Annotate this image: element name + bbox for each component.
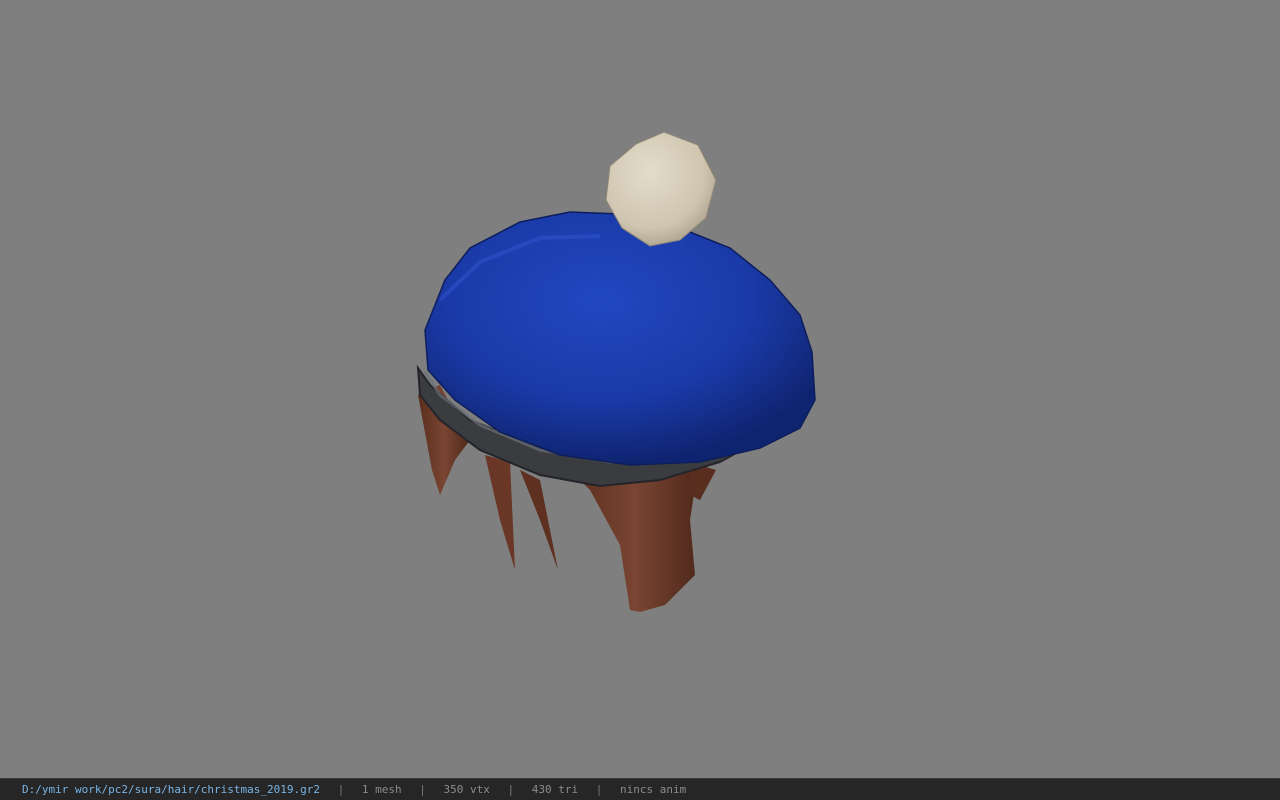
status-bar: D:/ymir work/pc2/sura/hair/christmas_201… bbox=[0, 778, 1280, 800]
file-path: D:/ymir work/pc2/sura/hair/christmas_201… bbox=[22, 783, 321, 796]
separator: | bbox=[337, 783, 345, 796]
hat-pompom bbox=[605, 131, 717, 247]
separator: | bbox=[419, 783, 426, 796]
mesh-count: 1 mesh bbox=[361, 783, 402, 796]
triangle-count: 430 tri bbox=[531, 783, 579, 796]
3d-viewport[interactable] bbox=[0, 0, 1280, 778]
vertex-count: 350 vtx bbox=[443, 783, 490, 796]
separator: | bbox=[507, 783, 515, 796]
animation-status: nincs anim bbox=[619, 783, 687, 796]
separator: | bbox=[595, 783, 603, 796]
model-preview bbox=[416, 131, 816, 612]
